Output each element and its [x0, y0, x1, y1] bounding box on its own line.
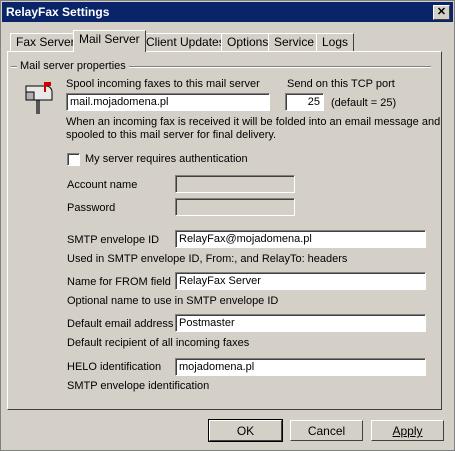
spool-server-input[interactable]: mail.mojadomena.pl: [66, 93, 270, 111]
smtp-envelope-input[interactable]: RelayFax@mojadomena.pl: [175, 230, 426, 248]
password-input[interactable]: [175, 198, 295, 216]
smtp-envelope-label: SMTP envelope ID: [67, 234, 160, 246]
from-name-input[interactable]: RelayFax Server: [175, 272, 426, 290]
group-title: Mail server properties: [17, 60, 129, 72]
description-line-1: When an incoming fax is received it will…: [66, 116, 441, 128]
default-email-input[interactable]: Postmaster: [175, 314, 426, 332]
auth-checkbox[interactable]: [67, 153, 80, 166]
helo-hint: SMTP envelope identification: [67, 380, 210, 392]
tcp-port-input[interactable]: 25: [285, 93, 324, 111]
description-line-2: spooled to this mail server for final de…: [66, 129, 277, 141]
account-name-label: Account name: [67, 179, 138, 191]
ok-button[interactable]: OK: [208, 419, 283, 442]
port-default-hint: (default = 25): [331, 97, 397, 109]
smtp-envelope-hint: Used in SMTP envelope ID, From:, and Rel…: [67, 253, 348, 265]
helo-input[interactable]: mojadomena.pl: [175, 358, 426, 376]
apply-button[interactable]: Apply: [371, 420, 444, 441]
auth-checkbox-label: My server requires authentication: [85, 153, 248, 165]
cancel-button[interactable]: Cancel: [290, 420, 363, 441]
default-email-hint: Default recipient of all incoming faxes: [67, 337, 250, 349]
account-name-input[interactable]: [175, 175, 295, 193]
mailbox-icon: [22, 80, 56, 114]
from-name-label: Name for FROM field: [67, 276, 171, 288]
spool-label: Spool incoming faxes to this mail server: [66, 78, 260, 90]
default-email-label: Default email address: [67, 318, 174, 330]
from-name-hint: Optional name to use in SMTP envelope ID: [67, 295, 279, 307]
port-label: Send on this TCP port: [287, 78, 395, 90]
password-label: Password: [67, 202, 116, 214]
helo-label: HELO identification: [67, 361, 162, 373]
